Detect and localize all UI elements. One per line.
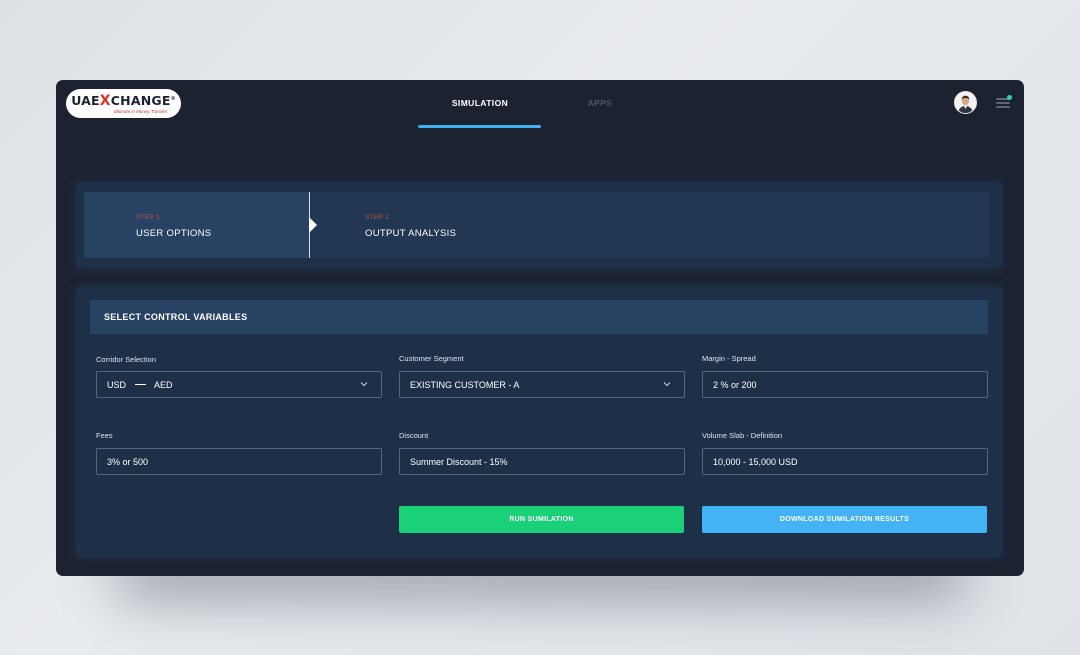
logo-tagline: Ultimate in Money Transfer <box>113 109 168 115</box>
active-tab-indicator <box>418 125 541 128</box>
menu-icon[interactable] <box>996 95 1014 110</box>
steps-panel: STEP 1 USER OPTIONS STEP 2 OUTPUT ANALYS… <box>76 182 1002 268</box>
corridor-to: AED <box>154 379 173 390</box>
step-2-output-analysis[interactable]: STEP 2 OUTPUT ANALYSIS <box>310 192 990 258</box>
segment-label: Customer Segment <box>399 354 464 363</box>
fees-label: Fees <box>96 431 113 440</box>
user-avatar-icon <box>955 92 976 113</box>
segment-value: EXISTING CUSTOMER - A <box>410 379 520 390</box>
form-title: SELECT CONTROL VARIABLES <box>104 312 248 322</box>
control-variables-panel: SELECT CONTROL VARIABLES Corridor Select… <box>76 287 1002 557</box>
tab-apps[interactable]: APPS <box>568 98 632 108</box>
run-simulation-button[interactable]: RUN SUMILATION <box>399 506 684 533</box>
corridor-select[interactable]: USD AED <box>96 371 382 398</box>
avatar[interactable] <box>954 91 977 114</box>
discount-value: Summer Discount - 15% <box>410 456 508 467</box>
margin-spread-input[interactable]: 2 % or 200 <box>702 371 988 398</box>
volume-slab-input[interactable]: 10,000 - 15,000 USD <box>702 448 988 475</box>
logo-wordmark: UAEXCHANGE® <box>71 93 176 110</box>
discount-input[interactable]: Summer Discount - 15% <box>399 448 685 475</box>
step-1-user-options[interactable]: STEP 1 USER OPTIONS <box>84 192 309 258</box>
corridor-from: USD <box>107 379 127 390</box>
step-2-number: STEP 2 <box>365 214 390 221</box>
steps-bar: STEP 1 USER OPTIONS STEP 2 OUTPUT ANALYS… <box>84 192 990 258</box>
chevron-down-icon <box>663 382 671 387</box>
margin-value: 2 % or 200 <box>713 379 757 390</box>
form-header: SELECT CONTROL VARIABLES <box>90 300 988 334</box>
chevron-down-icon <box>360 382 368 387</box>
fees-value: 3% or 500 <box>107 456 149 467</box>
app-window: UAEXCHANGE® Ultimate in Money Transfer S… <box>56 80 1024 576</box>
fees-input[interactable]: 3% or 500 <box>96 448 382 475</box>
discount-label: Discount <box>399 431 429 440</box>
step-1-number: STEP 1 <box>136 214 161 221</box>
customer-segment-select[interactable]: EXISTING CUSTOMER - A <box>399 371 685 398</box>
corridor-label: Corridor Selection <box>96 355 157 364</box>
download-results-button[interactable]: DOWNLOAD SUMILATION RESULTS <box>702 506 987 533</box>
corridor-dash <box>135 383 147 386</box>
step-1-title: USER OPTIONS <box>136 228 212 239</box>
tab-simulation[interactable]: SIMULATION <box>418 98 542 108</box>
margin-label: Margin - Spread <box>702 354 756 363</box>
volume-label: Volume Slab - Definition <box>702 431 783 440</box>
top-navigation-bar: UAEXCHANGE® Ultimate in Money Transfer S… <box>56 80 1024 130</box>
uaexchange-logo[interactable]: UAEXCHANGE® Ultimate in Money Transfer <box>66 89 181 118</box>
volume-value: 10,000 - 15,000 USD <box>713 456 798 467</box>
step-2-title: OUTPUT ANALYSIS <box>365 228 457 239</box>
notification-dot-icon <box>1007 95 1012 100</box>
